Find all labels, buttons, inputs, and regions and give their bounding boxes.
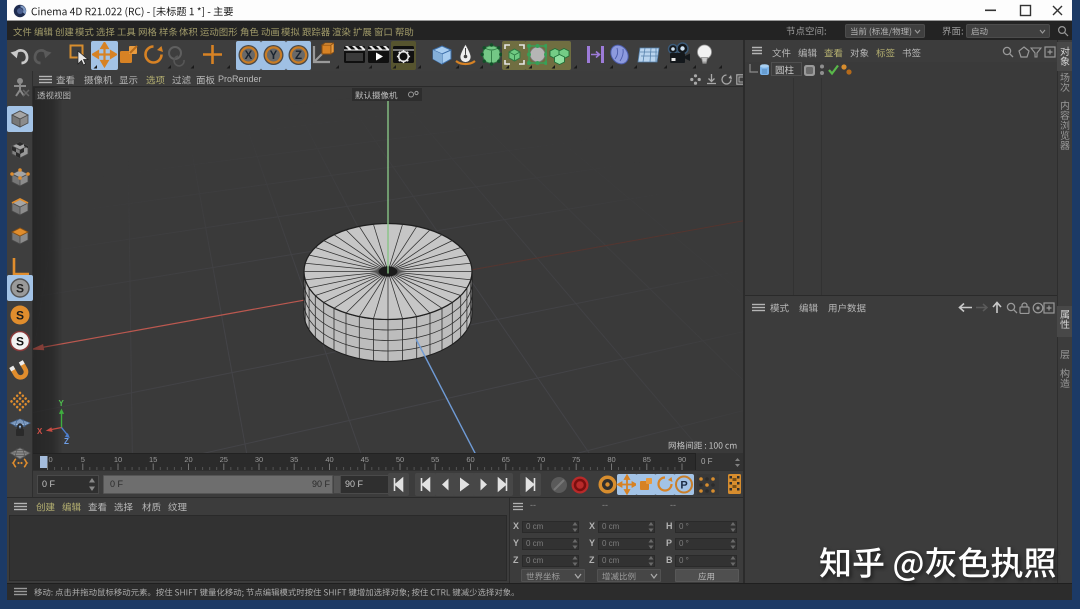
svg-text:50: 50 <box>396 455 404 464</box>
svg-text:P: P <box>680 480 687 492</box>
svg-text:40: 40 <box>325 455 333 464</box>
svg-text:20: 20 <box>184 455 192 464</box>
svg-text:S: S <box>16 282 24 296</box>
svg-text:X: X <box>37 427 43 436</box>
svg-text:80: 80 <box>607 455 615 464</box>
svg-text:55: 55 <box>431 455 439 464</box>
svg-text:45: 45 <box>361 455 369 464</box>
svg-text:75: 75 <box>572 455 580 464</box>
svg-text:85: 85 <box>643 455 651 464</box>
svg-text:Z: Z <box>64 437 69 446</box>
svg-text:70: 70 <box>537 455 545 464</box>
svg-text:Y: Y <box>59 399 65 408</box>
svg-text:0: 0 <box>49 455 53 464</box>
svg-text:S: S <box>16 309 24 323</box>
svg-text:5: 5 <box>81 455 85 464</box>
svg-text:60: 60 <box>466 455 474 464</box>
svg-text:15: 15 <box>149 455 157 464</box>
svg-text:S: S <box>16 335 24 349</box>
svg-text:65: 65 <box>502 455 510 464</box>
svg-text:35: 35 <box>290 455 298 464</box>
svg-text:25: 25 <box>220 455 228 464</box>
svg-text:90: 90 <box>678 455 686 464</box>
svg-text:30: 30 <box>255 455 263 464</box>
svg-text:10: 10 <box>114 455 122 464</box>
